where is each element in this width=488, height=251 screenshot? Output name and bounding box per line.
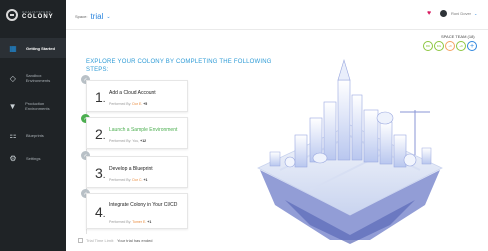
space-selector[interactable]: Space: trial ⌄ [75, 12, 111, 21]
sidebar-item-getting-started[interactable]: ▦ Getting Started [0, 38, 66, 58]
sidebar: QUALISYSTEMS COLONY ▦ Getting Started ◇ … [0, 0, 66, 251]
step-number: 4 [95, 204, 103, 220]
trial-icon [78, 238, 83, 243]
step-card-1[interactable]: 1. Add a Cloud Account Performed By: Dor… [86, 80, 188, 112]
colony-city-illustration [257, 58, 443, 244]
colony-logo[interactable]: QUALISYSTEMS COLONY [6, 6, 62, 24]
blueprints-icon: ⚏ [9, 130, 17, 140]
space-value: trial [90, 12, 104, 21]
step-performed: Performed By: Dor C. +1 [109, 178, 148, 182]
brand-name: COLONY [22, 13, 54, 20]
space-label: Space: [75, 14, 88, 19]
add-member-icon[interactable]: + [467, 41, 477, 51]
space-team-label: SPACE TEAM (18) [441, 34, 475, 39]
getting-started-icon: ▦ [9, 43, 17, 53]
chevron-down-icon: ⌄ [106, 13, 111, 20]
user-name: Roni Dover [451, 11, 472, 16]
settings-icon: ⚙ [9, 153, 17, 163]
sidebar-item-sandbox[interactable]: ◇ Sandbox Environments [0, 68, 66, 88]
production-icon: ▼ [8, 101, 17, 111]
avatar [440, 10, 447, 17]
step-performed: Performed By: You, +12 [109, 139, 147, 143]
step-title: Integrate Colony in Your CI/CD [109, 202, 178, 208]
top-bar: Space: trial ⌄ ♥ Roni Dover ⌄ [66, 0, 488, 30]
step-number: 2 [95, 126, 103, 142]
step-title: Add a Cloud Account [109, 90, 156, 96]
user-menu[interactable]: Roni Dover ⌄ [440, 10, 477, 17]
step-card-4[interactable]: 4. Integrate Colony in Your CI/CD Perfor… [86, 193, 188, 229]
trial-value: Your trial has ended [117, 238, 153, 243]
step-number: 3 [95, 165, 103, 181]
step-performed: Performed By: Tomer E. +1 [109, 220, 152, 224]
sidebar-item-production[interactable]: ▼ Production Environments [0, 96, 66, 116]
step-title: Launch a Sample Environment [109, 127, 178, 133]
team-member-avatar[interactable]: +9 [456, 41, 466, 51]
step-card-2[interactable]: 2. Launch a Sample Environment Performed… [86, 117, 188, 149]
colony-logo-icon [6, 9, 18, 21]
sidebar-item-settings[interactable]: ⚙ Settings [0, 148, 66, 168]
step-title: Develop a Blueprint [109, 166, 153, 172]
step-number: 1 [95, 89, 103, 105]
sandbox-icon: ◇ [9, 73, 16, 83]
sidebar-item-label: Sandbox Environments [25, 73, 51, 83]
sidebar-item-blueprints[interactable]: ⚏ Blueprints [0, 125, 66, 145]
trial-status: Trial Time Limit: Your trial has ended [78, 238, 153, 243]
step-card-3[interactable]: 3. Develop a Blueprint Performed By: Dor… [86, 156, 188, 188]
sidebar-item-label: Production Environments [25, 101, 50, 111]
sidebar-item-label: Settings [26, 155, 41, 161]
step-performed: Performed By: Dor E. +5 [109, 102, 148, 106]
heart-icon[interactable]: ♥ [427, 10, 431, 17]
sidebar-item-label: Getting Started [26, 45, 55, 51]
chevron-down-icon: ⌄ [474, 11, 478, 16]
trial-label: Trial Time Limit: [86, 238, 115, 243]
sidebar-item-label: Blueprints [26, 132, 44, 138]
